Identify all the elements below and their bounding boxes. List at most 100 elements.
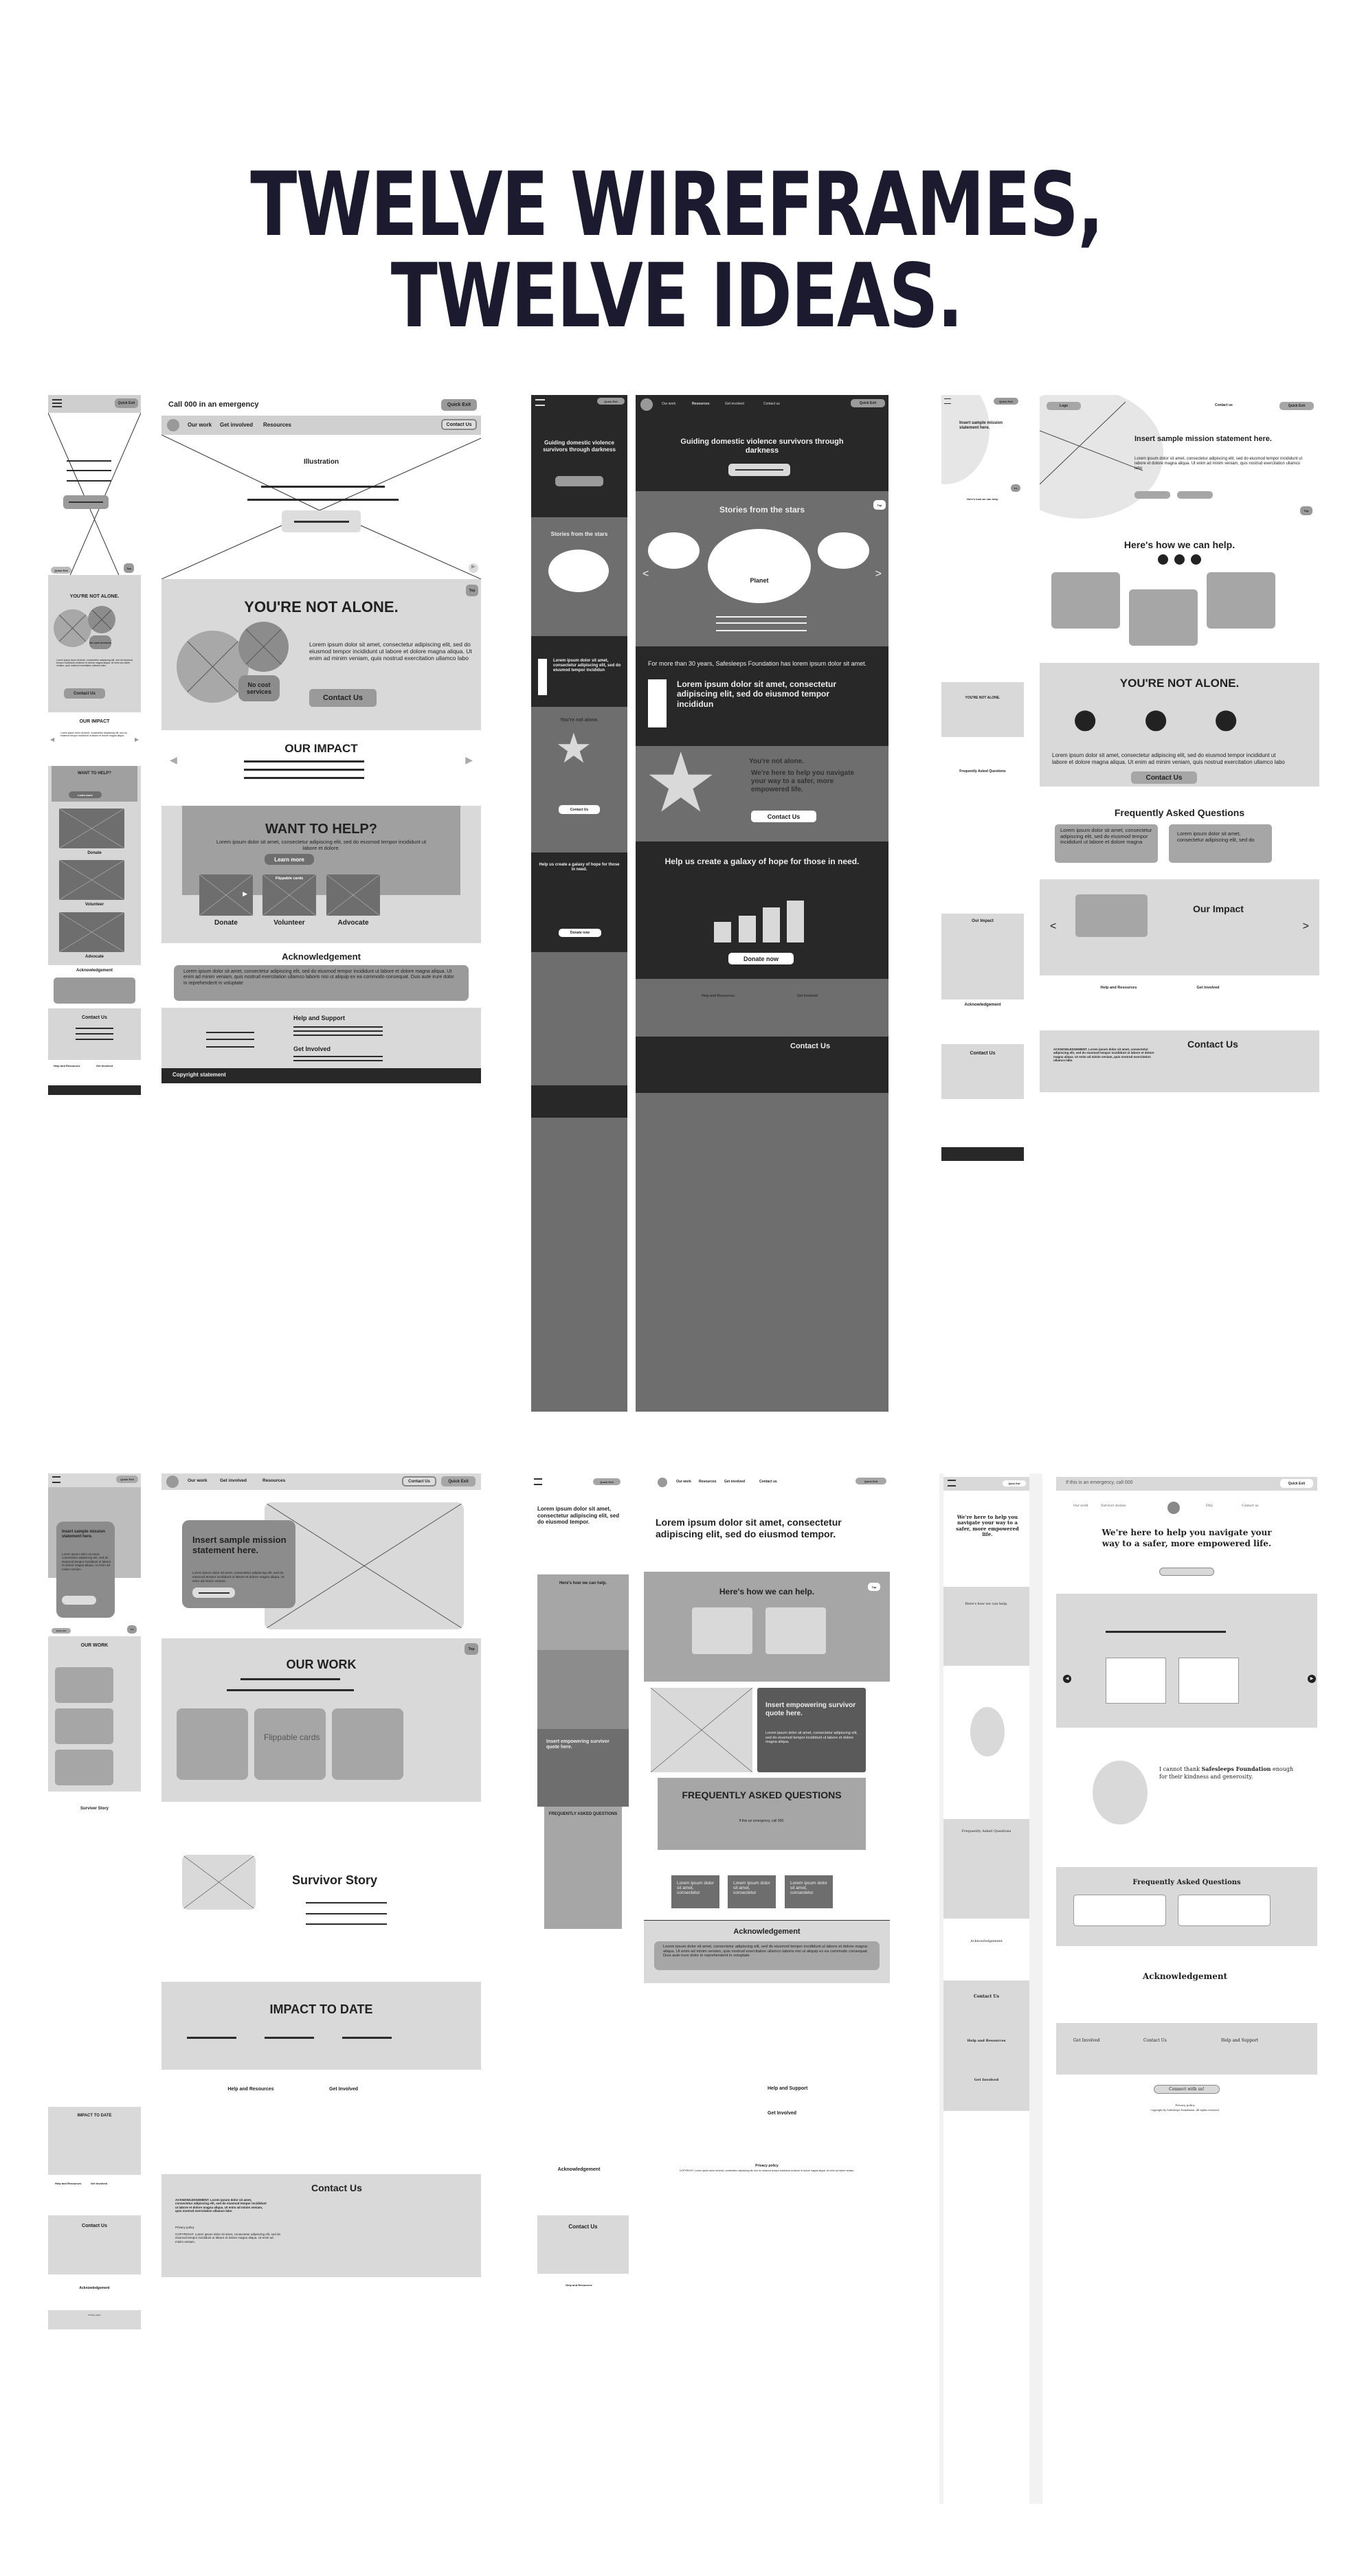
help-card-2[interactable]	[765, 1607, 826, 1654]
hamburger-menu-icon[interactable]	[52, 399, 62, 407]
contact-us-button[interactable]: Contact Us	[309, 689, 377, 707]
top-button[interactable]: Top	[868, 1583, 880, 1591]
top-button[interactable]: Top	[466, 585, 478, 596]
carousel-prev-icon[interactable]: <	[1050, 920, 1056, 933]
privacy-policy-link[interactable]: Privacy policy	[640, 2164, 893, 2168]
faq-item-1[interactable]: Lorem ipsum dolor sit amet, consectetur …	[1055, 824, 1158, 863]
quick-exit-button[interactable]: Quick Exit	[994, 398, 1018, 405]
quick-exit-sticky-button[interactable]: Quick Exit	[51, 567, 71, 574]
work-card-2[interactable]: Flippable cards	[254, 1708, 326, 1780]
quick-exit-button[interactable]: Quick Exit	[116, 1476, 138, 1483]
donate-now-button[interactable]: Donate now	[728, 953, 794, 964]
help-card-2[interactable]	[1178, 1658, 1239, 1704]
help-card-3[interactable]	[1207, 572, 1275, 629]
hamburger-menu-icon[interactable]	[534, 1478, 542, 1485]
hamburger-menu-icon[interactable]	[52, 1476, 60, 1483]
carousel-prev-icon[interactable]: ◀	[1063, 1675, 1071, 1683]
top-button[interactable]: Top	[1300, 506, 1312, 515]
nav-contact-us[interactable]: Contact us	[763, 402, 780, 406]
quick-exit-sticky-button[interactable]: Quick Exit	[52, 1628, 71, 1634]
carousel-next-icon[interactable]: ▶	[465, 754, 473, 766]
nav-our-work[interactable]: Our work	[188, 1478, 208, 1484]
carousel-next-icon[interactable]: ▶	[135, 736, 139, 743]
nav-get-involved[interactable]: Get involved	[220, 422, 253, 429]
faq-item-2[interactable]: Lorem ipsum dolor sit amet, consectetur …	[1169, 824, 1272, 863]
nav-faq[interactable]: FAQ	[1206, 1504, 1213, 1508]
faq-item-1[interactable]: Lorem ipsum dolor sit amet, consectetur	[671, 1875, 719, 1908]
carousel-next-icon[interactable]: >	[1303, 920, 1309, 933]
hamburger-menu-icon[interactable]	[535, 399, 545, 406]
volunteer-card[interactable]	[59, 860, 124, 900]
contact-us-nav-button[interactable]: Contact Us	[402, 1476, 436, 1487]
carousel-next-icon[interactable]: >	[875, 568, 882, 580]
hero-cta-button[interactable]	[555, 476, 603, 486]
nav-resources[interactable]: Resources	[692, 402, 710, 406]
quick-exit-button[interactable]: Quick Exit	[1279, 402, 1314, 410]
carousel-prev-icon[interactable]: ◀	[50, 736, 54, 743]
work-card-3[interactable]	[332, 1708, 403, 1780]
volunteer-card[interactable]: Flippable cards	[262, 874, 316, 916]
contact-us-nav-button[interactable]: Contact Us	[441, 419, 477, 430]
connect-button[interactable]: Connect with us!	[1154, 2085, 1220, 2094]
hero-cta-button[interactable]	[1159, 1568, 1214, 1576]
top-button[interactable]: Top	[127, 1625, 137, 1634]
donate-now-button[interactable]: Donate now	[559, 929, 601, 937]
quick-exit-button[interactable]: Quick Exit	[856, 1478, 886, 1484]
quick-exit-button[interactable]: Quick Exit	[441, 1476, 476, 1487]
nav-survivor-stories[interactable]: Survivor stories	[1101, 1504, 1126, 1508]
advocate-card[interactable]	[59, 912, 124, 952]
advocate-card[interactable]	[326, 874, 380, 916]
nav-resources[interactable]: Resources	[262, 1478, 285, 1484]
learn-more-button[interactable]: Learn more	[69, 791, 102, 798]
work-card-3[interactable]	[55, 1750, 113, 1785]
nav-get-involved[interactable]: Get involved	[724, 1480, 745, 1484]
hamburger-menu-icon[interactable]	[944, 398, 951, 404]
faq-item-2[interactable]: Lorem ipsum dolor sit amet, consectetur	[728, 1875, 776, 1908]
faq-item-1[interactable]	[1073, 1895, 1166, 1926]
nav-our-work[interactable]: Our work	[662, 402, 675, 406]
quick-exit-button[interactable]: Quick Exit	[597, 398, 625, 405]
scroll-next-icon[interactable]: ▶	[469, 563, 478, 573]
nav-get-involved[interactable]: Get involved	[220, 1478, 247, 1484]
privacy-policy-link[interactable]: Privacy policy	[1049, 2103, 1321, 2108]
help-card-2[interactable]	[1129, 589, 1198, 646]
faq-item-3[interactable]: Lorem ipsum dolor sit amet, consectetur	[785, 1875, 833, 1908]
carousel-next-icon[interactable]: ▶	[1308, 1675, 1316, 1683]
contact-us-button[interactable]: Contact Us	[1131, 771, 1197, 784]
donate-card[interactable]	[59, 809, 124, 848]
secondary-cta-button[interactable]	[1177, 491, 1213, 499]
help-card-1[interactable]	[1051, 572, 1120, 629]
quick-exit-button[interactable]: Quick Exit	[851, 399, 885, 407]
nav-our-work[interactable]: Our work	[676, 1480, 691, 1484]
nav-get-involved[interactable]: Get involved	[725, 402, 744, 406]
hero-cta-button[interactable]	[728, 464, 790, 476]
contact-us-button[interactable]: Contact Us	[751, 811, 816, 822]
carousel-prev-icon[interactable]: <	[642, 568, 649, 580]
nav-contact-us[interactable]: Contact us	[1215, 403, 1233, 407]
nav-our-work[interactable]: Our work	[188, 422, 212, 429]
contact-us-button[interactable]: Contact Us	[559, 805, 600, 814]
nav-resources[interactable]: Resources	[699, 1480, 717, 1484]
learn-more-button[interactable]: Learn more	[265, 854, 314, 865]
hamburger-menu-icon[interactable]	[948, 1480, 956, 1487]
quick-exit-button[interactable]: Quick Exit	[1280, 1479, 1313, 1488]
top-button[interactable]: Top	[465, 1643, 478, 1655]
mission-cta-button[interactable]	[192, 1588, 235, 1598]
carousel-prev-icon[interactable]: ◀	[170, 754, 177, 766]
privacy-policy-link[interactable]: Privacy policy	[48, 2314, 141, 2317]
help-card-1[interactable]	[1106, 1658, 1166, 1704]
nav-contact-us[interactable]: Contact us	[759, 1480, 777, 1484]
quick-exit-button[interactable]: Quick Exit	[1003, 1480, 1026, 1487]
work-card-2[interactable]	[55, 1708, 113, 1744]
nav-contact-us[interactable]: Contact us	[1242, 1504, 1259, 1508]
contact-us-button[interactable]: Contact Us	[64, 688, 105, 699]
faq-item-2[interactable]	[1178, 1895, 1271, 1926]
top-button[interactable]: Top	[1011, 484, 1020, 492]
help-card-1[interactable]	[692, 1607, 752, 1654]
nav-our-work[interactable]: Our work	[1073, 1504, 1088, 1508]
work-card-1[interactable]	[55, 1667, 113, 1703]
privacy-policy-link[interactable]: Privacy policy	[175, 2226, 194, 2229]
quick-exit-button[interactable]: Quick Exit	[593, 1478, 620, 1485]
logo-button[interactable]: Logo	[1047, 402, 1081, 410]
donate-card[interactable]: ▶	[199, 874, 253, 916]
